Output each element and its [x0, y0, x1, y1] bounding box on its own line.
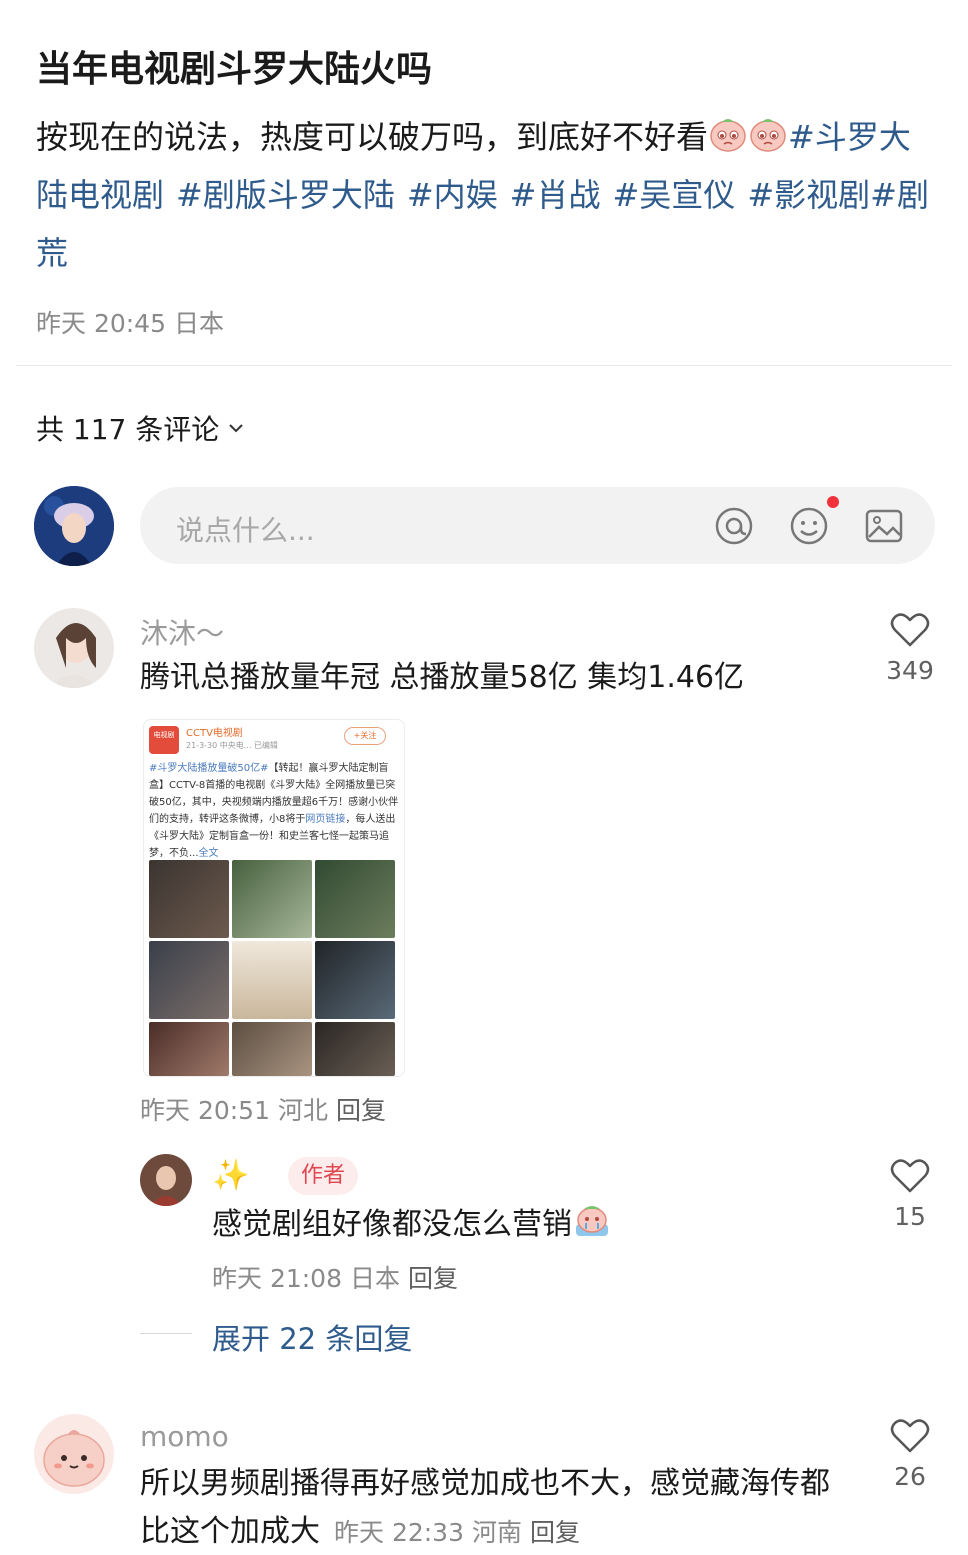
photo-thumb — [315, 860, 395, 938]
photo-thumb — [315, 941, 395, 1019]
comment-image-attachment[interactable]: 电视剧 CCTV电视剧 21-3-30 中央电... 已编辑 +关注 #斗罗大陆… — [143, 719, 405, 1077]
crying-bun-emoji-icon — [576, 1206, 608, 1236]
comment-count-label: 共 117 条评论 — [36, 413, 220, 446]
reply-button[interactable]: 回复 — [408, 1264, 458, 1293]
divider — [16, 365, 952, 366]
photo-thumb — [232, 1022, 312, 1076]
author-avatar-image — [140, 1154, 192, 1206]
emoji-icon[interactable] — [788, 505, 830, 547]
comment-meta: 昨天 22:33 河南 回复 — [334, 1518, 588, 1547]
reply-button[interactable]: 回复 — [336, 1096, 386, 1125]
avatar[interactable] — [34, 608, 114, 688]
comment-text-line: 比这个加成大 昨天 22:33 河南 回复 — [140, 1508, 860, 1555]
card-tag: #斗罗大陆播放量破50亿# — [149, 763, 269, 774]
photo-thumb — [315, 1022, 395, 1076]
hashtag[interactable]: #影视剧 — [747, 176, 870, 214]
comment-composer[interactable]: 说点什么... — [140, 487, 935, 564]
card-more: 全文 — [198, 848, 219, 859]
comment-sort-toggle[interactable]: 共 117 条评论 — [36, 408, 245, 448]
card-link: 网页链接 — [305, 814, 346, 825]
reply-text: 感觉剧组好像都没怎么营销 — [212, 1200, 612, 1249]
comment-time: 昨天 20:51 — [140, 1096, 270, 1125]
card-follow: +关注 — [344, 727, 386, 745]
image-icon[interactable] — [863, 505, 905, 547]
reply-text-content: 感觉剧组好像都没怎么营销 — [212, 1207, 572, 1242]
hashtag[interactable]: #剧版斗罗大陆 — [176, 176, 395, 214]
post-location: 日本 — [174, 309, 225, 338]
cctv-logo: 电视剧 — [149, 726, 179, 754]
reply-location: 日本 — [350, 1264, 401, 1293]
hashtag[interactable]: #肖战 — [510, 176, 601, 214]
comment-username[interactable]: 沐沐～ — [140, 612, 224, 652]
card-photo-grid — [149, 860, 397, 1076]
heart-icon — [890, 613, 930, 647]
comment-username[interactable]: momo — [140, 1420, 229, 1453]
heart-icon — [890, 1419, 930, 1453]
reply-button[interactable]: 回复 — [530, 1518, 580, 1547]
hashtag[interactable]: #吴宣仪 — [613, 176, 736, 214]
divider — [140, 1333, 192, 1334]
avatar[interactable] — [34, 1414, 114, 1494]
like-button[interactable]: 15 — [880, 1158, 940, 1231]
like-count: 349 — [886, 656, 934, 685]
avatar[interactable] — [140, 1154, 192, 1206]
post-text: 按现在的说法，热度可以破万吗，到底好不好看 — [36, 118, 709, 156]
comment-text: 腾讯总播放量年冠 总播放量58亿 集均1.46亿 — [140, 660, 745, 695]
like-button[interactable]: 26 — [880, 1418, 940, 1491]
avatar[interactable] — [34, 486, 114, 566]
like-button[interactable]: 349 — [880, 612, 940, 685]
comment-time: 昨天 22:33 — [334, 1518, 464, 1547]
card-text: #斗罗大陆播放量破50亿#【转起！赢斗罗大陆定制盲盒】CCTV-8首播的电视剧《… — [149, 760, 399, 862]
reply-meta: 昨天 21:08 日本 回复 — [212, 1259, 466, 1295]
photo-thumb — [232, 860, 312, 938]
photo-thumb — [232, 941, 312, 1019]
at-mention-icon[interactable] — [713, 505, 755, 547]
card-subline: 21-3-30 中央电... 已编辑 — [186, 741, 278, 750]
bun-avatar-image — [34, 1414, 114, 1494]
like-count: 15 — [894, 1202, 926, 1231]
comment-location: 河南 — [472, 1518, 523, 1547]
commenter-avatar-image — [34, 608, 114, 688]
reply-username[interactable]: ✨ — [212, 1158, 249, 1193]
card-account: CCTV电视剧 — [186, 728, 243, 739]
post-body: 按现在的说法，热度可以破万吗，到底好不好看 #斗罗大陆电视剧 #剧版斗罗大陆 #内娱 #… — [36, 108, 936, 282]
photo-thumb — [149, 860, 229, 938]
like-count: 26 — [894, 1462, 926, 1491]
reply-time: 昨天 21:08 — [212, 1264, 342, 1293]
comment-text-line: 所以男频剧播得再好感觉加成也不大，感觉藏海传都 — [140, 1466, 830, 1501]
post-meta: 昨天 20:45 日本 — [36, 304, 232, 340]
author-badge: 作者 — [288, 1157, 358, 1195]
comment-meta: 昨天 20:51 河北 回复 — [140, 1091, 394, 1127]
hashtag[interactable]: #内娱 — [407, 176, 498, 214]
user-avatar-image — [34, 486, 114, 566]
crying-bun-emoji-icon — [750, 119, 786, 152]
expand-replies-link[interactable]: 展开 22 条回复 — [212, 1316, 412, 1358]
chevron-down-icon — [229, 424, 243, 433]
card-header: 电视剧 CCTV电视剧 21-3-30 中央电... 已编辑 +关注 — [144, 720, 404, 760]
comment-text: 所以男频剧播得再好感觉加成也不大，感觉藏海传都 比这个加成大 昨天 22:33 河南… — [140, 1460, 860, 1555]
crying-bun-emoji-icon — [710, 119, 746, 152]
comment-location: 河北 — [278, 1096, 329, 1125]
photo-thumb — [149, 1022, 229, 1076]
photo-thumb — [149, 941, 229, 1019]
post-time: 昨天 20:45 — [36, 309, 166, 338]
composer-placeholder: 说点什么... — [176, 514, 315, 547]
post-title: 当年电视剧斗罗大陆火吗 — [36, 49, 433, 90]
notification-dot — [827, 496, 839, 508]
heart-icon — [890, 1159, 930, 1193]
comment-text-tail: 比这个加成大 — [140, 1514, 320, 1549]
